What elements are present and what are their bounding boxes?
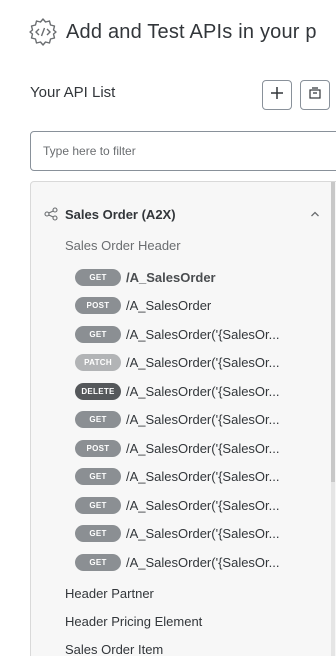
endpoint-path: /A_SalesOrder('{SalesOr... xyxy=(126,469,280,485)
import-api-button[interactable] xyxy=(300,80,330,110)
endpoint-item[interactable]: DELETE/A_SalesOrder('{SalesOr... xyxy=(75,377,315,406)
method-badge: GET xyxy=(75,325,121,343)
page-header: Add and Test APIs in your p xyxy=(26,12,317,52)
endpoint-path: /A_SalesOrder('{SalesOr... xyxy=(126,355,280,371)
endpoint-item[interactable]: GET/A_SalesOrder('{SalesOr... xyxy=(75,491,315,520)
subgroup-item[interactable]: Sales Order Item xyxy=(65,635,202,656)
method-badge: PATCH xyxy=(75,354,121,372)
method-badge: DELETE xyxy=(75,382,121,400)
import-icon xyxy=(308,86,322,105)
endpoint-path: /A_SalesOrder xyxy=(126,269,216,285)
endpoint-item[interactable]: GET/A_SalesOrder('{SalesOr... xyxy=(75,520,315,549)
endpoint-path: /A_SalesOrder('{SalesOr... xyxy=(126,526,280,542)
method-badge: POST xyxy=(75,297,121,315)
section-sales-order-header[interactable]: Sales Order Header xyxy=(65,238,181,253)
endpoint-list: GET/A_SalesOrder POST/A_SalesOrder GET/A_S… xyxy=(75,263,315,577)
method-badge: GET xyxy=(75,553,121,571)
api-gear-icon xyxy=(26,15,60,49)
chevron-up-icon[interactable] xyxy=(307,206,323,222)
api-list-header: Your API List xyxy=(30,80,336,110)
api-group-sales-order[interactable]: Sales Order (A2X) xyxy=(43,204,323,224)
api-group-label: Sales Order (A2X) xyxy=(65,206,176,222)
endpoint-item[interactable]: PATCH/A_SalesOrder('{SalesOr... xyxy=(75,349,315,378)
filter-input[interactable] xyxy=(30,131,336,171)
subgroup-item[interactable]: Header Partner xyxy=(65,579,202,607)
plus-icon xyxy=(270,86,284,105)
add-api-button[interactable] xyxy=(262,80,292,110)
endpoint-path: /A_SalesOrder('{SalesOr... xyxy=(126,326,280,342)
endpoint-path: /A_SalesOrder('{SalesOr... xyxy=(126,412,280,428)
api-list-panel: Sales Order (A2X) Sales Order Header GET… xyxy=(30,181,336,656)
endpoint-path: /A_SalesOrder('{SalesOr... xyxy=(126,554,280,570)
endpoint-item[interactable]: GET/A_SalesOrder('{SalesOr... xyxy=(75,320,315,349)
method-badge: GET xyxy=(75,496,121,514)
endpoint-path: /A_SalesOrder('{SalesOr... xyxy=(126,440,280,456)
method-badge: GET xyxy=(75,411,121,429)
endpoint-item[interactable]: GET/A_SalesOrder('{SalesOr... xyxy=(75,406,315,435)
endpoint-path: /A_SalesOrder('{SalesOr... xyxy=(126,383,280,399)
endpoint-path: /A_SalesOrder('{SalesOr... xyxy=(126,497,280,513)
subgroup-item[interactable]: Header Pricing Element xyxy=(65,607,202,635)
method-badge: GET xyxy=(75,525,121,543)
api-list-title: Your API List xyxy=(30,84,116,101)
page: Add and Test APIs in your p Your API Lis… xyxy=(0,0,336,656)
endpoint-item[interactable]: POST/A_SalesOrder xyxy=(75,292,315,321)
endpoint-item[interactable]: GET/A_SalesOrder xyxy=(75,263,315,292)
endpoint-item[interactable]: GET/A_SalesOrder('{SalesOr... xyxy=(75,463,315,492)
endpoint-item[interactable]: POST/A_SalesOrder('{SalesOr... xyxy=(75,434,315,463)
method-badge: GET xyxy=(75,468,121,486)
method-badge: GET xyxy=(75,268,121,286)
method-badge: POST xyxy=(75,439,121,457)
subgroup-list: Header Partner Header Pricing Element Sale… xyxy=(65,579,202,656)
endpoint-item[interactable]: GET/A_SalesOrder('{SalesOr... xyxy=(75,548,315,577)
endpoint-path: /A_SalesOrder xyxy=(126,298,212,314)
scrollbar-thumb[interactable] xyxy=(331,182,335,482)
share-network-icon xyxy=(43,206,59,222)
page-title: Add and Test APIs in your p xyxy=(66,20,317,43)
